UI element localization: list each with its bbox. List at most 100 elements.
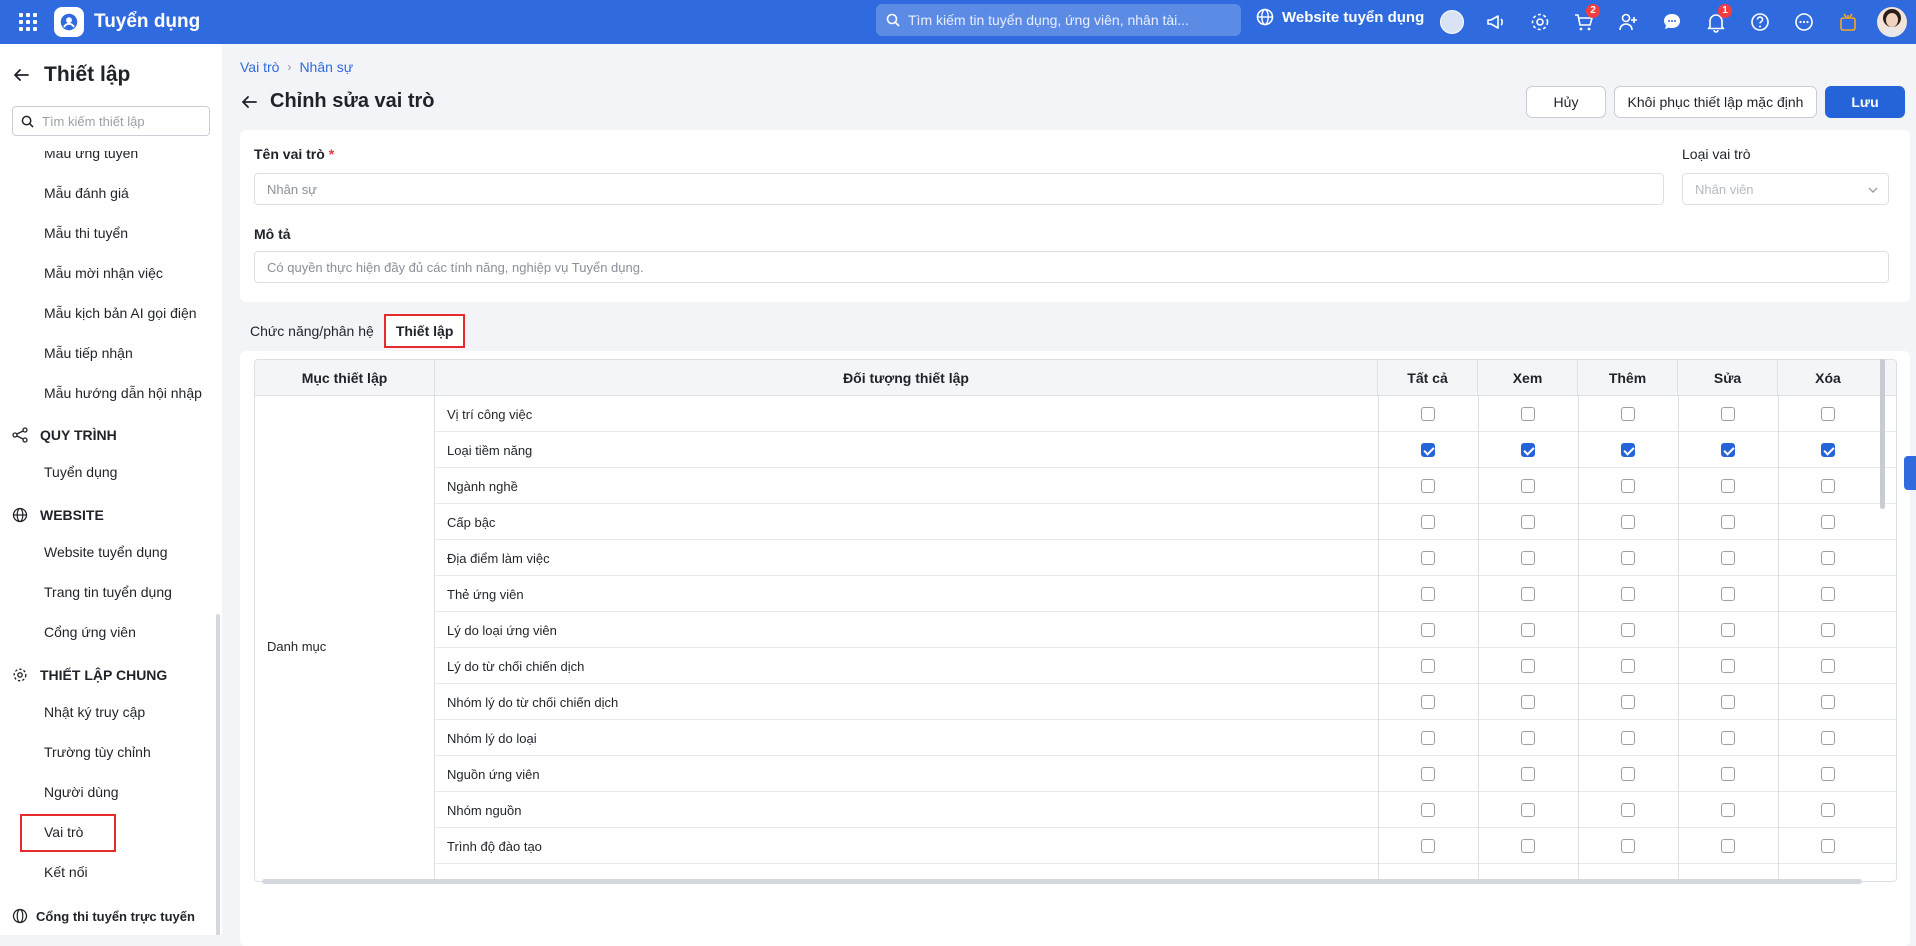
permission-checkbox-all[interactable]: [1421, 767, 1435, 781]
permission-checkbox-add[interactable]: [1621, 443, 1635, 457]
permission-checkbox-all[interactable]: [1421, 407, 1435, 421]
sidebar-item-mau-moi-nhan-viec[interactable]: Mẫu mời nhận việc: [44, 265, 163, 281]
permission-checkbox-add[interactable]: [1621, 695, 1635, 709]
permission-checkbox-add[interactable]: [1621, 551, 1635, 565]
permission-checkbox-delete[interactable]: [1821, 767, 1835, 781]
permission-checkbox-view[interactable]: [1521, 803, 1535, 817]
megaphone-icon[interactable]: [1480, 6, 1512, 38]
permission-checkbox-all[interactable]: [1421, 731, 1435, 745]
permission-checkbox-view[interactable]: [1521, 731, 1535, 745]
permission-checkbox-edit[interactable]: [1721, 407, 1735, 421]
sidebar-item-mau-ung-tuyen[interactable]: Mẫu ứng tuyển: [44, 151, 138, 161]
more-icon[interactable]: [1788, 6, 1820, 38]
permission-checkbox-view[interactable]: [1521, 767, 1535, 781]
permission-checkbox-all[interactable]: [1421, 587, 1435, 601]
app-grid-icon[interactable]: [14, 8, 42, 36]
permission-checkbox-add[interactable]: [1621, 731, 1635, 745]
vertical-scrollbar[interactable]: [1880, 359, 1885, 509]
sidebar-item-mau-huong-dan[interactable]: Mẫu hướng dẫn hội nhập: [44, 385, 202, 401]
cart-icon[interactable]: 2: [1568, 4, 1600, 38]
global-search-input[interactable]: Tìm kiếm tin tuyển dụng, ứng viên, nhân …: [876, 4, 1241, 36]
breadcrumb-item[interactable]: Nhân sự: [299, 59, 353, 75]
bot-avatar-icon[interactable]: [1436, 6, 1468, 38]
permission-checkbox-add[interactable]: [1621, 623, 1635, 637]
permission-checkbox-add[interactable]: [1621, 839, 1635, 853]
horizontal-scrollbar[interactable]: [254, 877, 1897, 885]
website-button[interactable]: Website tuyển dụng: [1256, 8, 1424, 26]
back-arrow-icon[interactable]: [12, 66, 30, 84]
add-user-icon[interactable]: [1612, 6, 1644, 38]
permission-checkbox-edit[interactable]: [1721, 659, 1735, 673]
sidebar-item-mau-thi-tuyen[interactable]: Mẫu thi tuyển: [44, 225, 128, 241]
permission-checkbox-delete[interactable]: [1821, 623, 1835, 637]
permission-checkbox-add[interactable]: [1621, 407, 1635, 421]
permission-checkbox-delete[interactable]: [1821, 479, 1835, 493]
permission-checkbox-add[interactable]: [1621, 515, 1635, 529]
sidebar-item-ket-noi[interactable]: Kết nối: [44, 864, 88, 880]
cancel-button[interactable]: Hủy: [1526, 86, 1606, 118]
permission-checkbox-edit[interactable]: [1721, 623, 1735, 637]
permission-checkbox-all[interactable]: [1421, 695, 1435, 709]
sidebar-scroll-area[interactable]: Mẫu ứng tuyển Mẫu đánh giá Mẫu thi tuyển…: [0, 151, 222, 935]
permission-checkbox-edit[interactable]: [1721, 515, 1735, 529]
permission-checkbox-view[interactable]: [1521, 407, 1535, 421]
permission-checkbox-view[interactable]: [1521, 443, 1535, 457]
permission-checkbox-delete[interactable]: [1821, 443, 1835, 457]
permission-checkbox-view[interactable]: [1521, 479, 1535, 493]
sidebar-item-website-tuyen-dung[interactable]: Website tuyển dụng: [44, 544, 168, 560]
permission-checkbox-edit[interactable]: [1721, 551, 1735, 565]
permission-checkbox-all[interactable]: [1421, 479, 1435, 493]
permission-checkbox-delete[interactable]: [1821, 803, 1835, 817]
permission-checkbox-edit[interactable]: [1721, 767, 1735, 781]
gear-icon[interactable]: [1524, 6, 1556, 38]
permission-checkbox-view[interactable]: [1521, 551, 1535, 565]
reward-icon[interactable]: [1832, 6, 1864, 38]
permission-checkbox-edit[interactable]: [1721, 443, 1735, 457]
permission-checkbox-add[interactable]: [1621, 803, 1635, 817]
permission-checkbox-view[interactable]: [1521, 839, 1535, 853]
sidebar-search-input[interactable]: Tìm kiếm thiết lập: [12, 106, 210, 136]
bell-icon[interactable]: 1: [1700, 4, 1732, 38]
permission-checkbox-delete[interactable]: [1821, 515, 1835, 529]
permission-checkbox-view[interactable]: [1521, 587, 1535, 601]
sidebar-item-nguoi-dung[interactable]: Người dùng: [44, 784, 119, 800]
side-panel-toggle[interactable]: [1904, 456, 1916, 490]
permission-checkbox-add[interactable]: [1621, 767, 1635, 781]
sidebar-item-mau-danh-gia[interactable]: Mẫu đánh giá: [44, 185, 129, 201]
permission-checkbox-edit[interactable]: [1721, 803, 1735, 817]
chat-icon[interactable]: [1656, 6, 1688, 38]
user-avatar[interactable]: [1876, 6, 1908, 38]
permission-checkbox-all[interactable]: [1421, 515, 1435, 529]
permission-checkbox-view[interactable]: [1521, 623, 1535, 637]
permission-checkbox-delete[interactable]: [1821, 407, 1835, 421]
sidebar-item-tuyen-dung[interactable]: Tuyển dụng: [44, 464, 117, 480]
permission-checkbox-all[interactable]: [1421, 443, 1435, 457]
sidebar-item-cong-ung-vien[interactable]: Cổng ứng viên: [44, 624, 136, 640]
sidebar-item-truong-tuy-chinh[interactable]: Trường tùy chỉnh: [44, 744, 151, 760]
sidebar-item-trang-tin[interactable]: Trang tin tuyển dụng: [44, 584, 172, 600]
permission-checkbox-all[interactable]: [1421, 551, 1435, 565]
permission-checkbox-view[interactable]: [1521, 659, 1535, 673]
permission-checkbox-all[interactable]: [1421, 623, 1435, 637]
role-name-input[interactable]: Nhân sự: [254, 173, 1664, 205]
save-button[interactable]: Lưu: [1825, 86, 1905, 118]
permission-checkbox-add[interactable]: [1621, 587, 1635, 601]
permission-checkbox-delete[interactable]: [1821, 731, 1835, 745]
permission-checkbox-edit[interactable]: [1721, 695, 1735, 709]
permission-checkbox-add[interactable]: [1621, 659, 1635, 673]
sidebar-item-nhat-ky[interactable]: Nhật ký truy cập: [44, 704, 145, 720]
breadcrumb-item[interactable]: Vai trò: [240, 59, 279, 75]
permission-checkbox-edit[interactable]: [1721, 587, 1735, 601]
permission-checkbox-delete[interactable]: [1821, 659, 1835, 673]
sidebar-item-mau-kich-ban-ai[interactable]: Mẫu kịch bản AI gọi điện: [44, 305, 197, 321]
tab-thiet-lap[interactable]: Thiết lập: [383, 314, 466, 348]
sidebar-scrollbar[interactable]: [216, 614, 220, 935]
permission-checkbox-edit[interactable]: [1721, 479, 1735, 493]
permission-checkbox-delete[interactable]: [1821, 839, 1835, 853]
description-input[interactable]: Có quyền thực hiện đầy đủ các tính năng,…: [254, 251, 1889, 283]
tab-chuc-nang[interactable]: Chức năng/phân hệ: [240, 314, 384, 348]
permission-checkbox-view[interactable]: [1521, 515, 1535, 529]
sidebar-item-mau-tiep-nhan[interactable]: Mẫu tiếp nhận: [44, 345, 133, 361]
restore-default-button[interactable]: Khôi phục thiết lập mặc định: [1614, 86, 1817, 118]
permission-checkbox-all[interactable]: [1421, 803, 1435, 817]
